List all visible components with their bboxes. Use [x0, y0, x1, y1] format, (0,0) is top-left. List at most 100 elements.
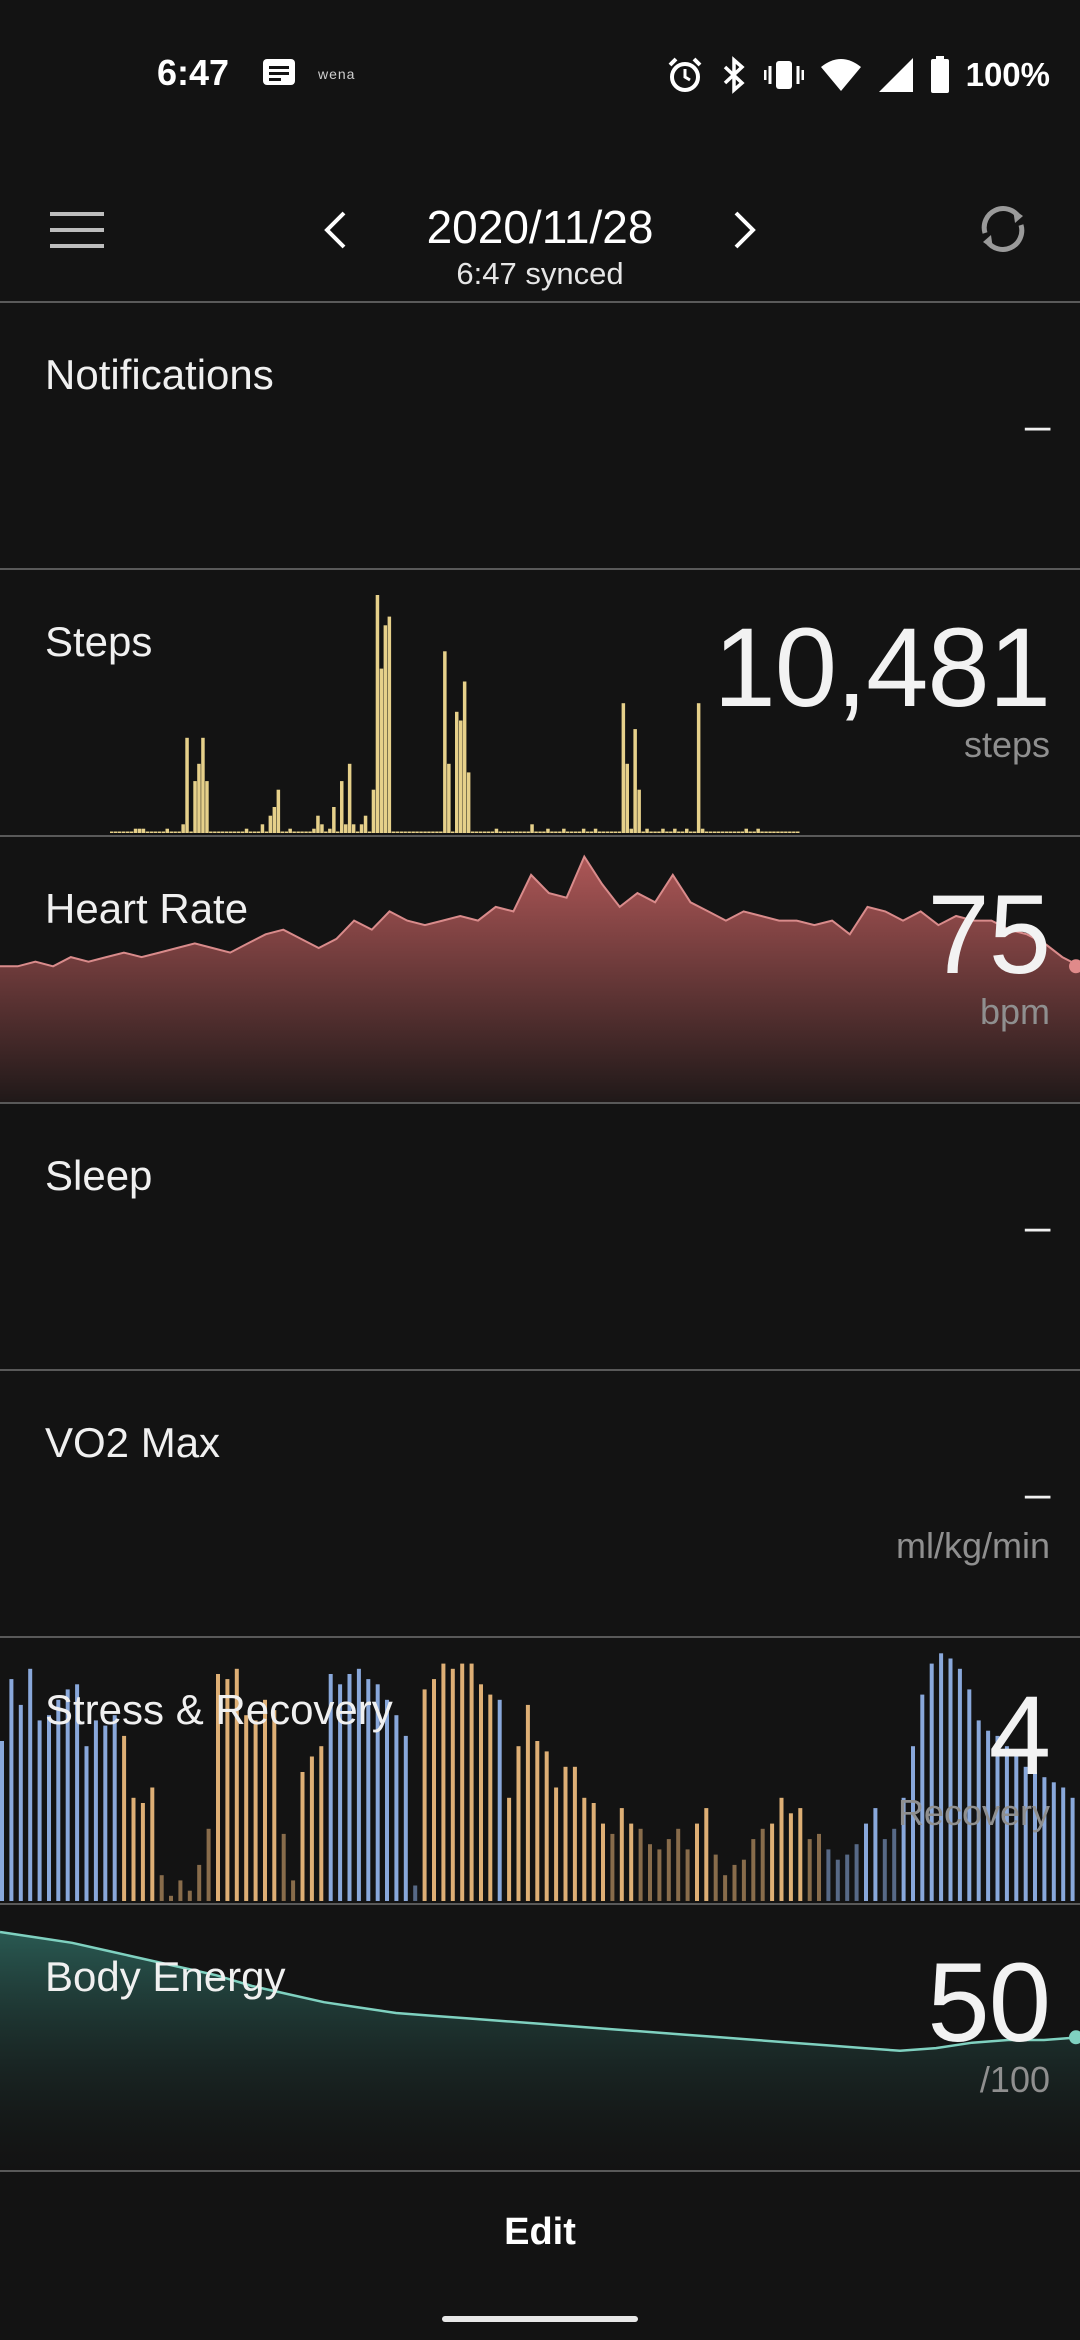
body-energy-card[interactable]: Body Energy 50 /100 [0, 1905, 1080, 2170]
chevron-right-icon [732, 210, 758, 255]
steps-bar [470, 831, 475, 833]
body-energy-unit: /100 [979, 2059, 1050, 2100]
steps-bar [201, 737, 205, 833]
stress-bar [187, 1890, 192, 1901]
stress-bar [817, 1833, 821, 1901]
steps-bar [466, 772, 471, 833]
steps-bar [375, 595, 380, 833]
stress-bar [873, 1808, 878, 1901]
steps-bar [221, 831, 225, 833]
stress-recovery-unit: Recovery [897, 1792, 1050, 1833]
steps-bar [336, 831, 340, 833]
steps-bar [423, 831, 427, 833]
steps-bar [363, 815, 368, 833]
stress-bar [610, 1833, 615, 1901]
stress-bar [131, 1797, 136, 1901]
steps-card[interactable]: Steps 10,481 steps [0, 570, 1080, 835]
steps-bar [110, 831, 114, 833]
steps-bar [264, 831, 269, 833]
steps-bar [633, 729, 637, 833]
steps-bar [320, 824, 324, 833]
steps-bar [597, 831, 602, 833]
steps-bar [340, 781, 344, 833]
steps-bar [605, 831, 610, 833]
steps-bar [252, 831, 257, 833]
steps-bar [542, 831, 546, 833]
steps-bar [776, 831, 780, 833]
steps-bar [665, 831, 669, 833]
steps-bar [570, 831, 574, 833]
stress-bar [854, 1844, 859, 1901]
steps-bar [367, 831, 372, 833]
steps-bar [740, 831, 744, 833]
steps-bar [217, 831, 221, 833]
steps-bar [645, 828, 649, 833]
steps-bar [482, 831, 487, 833]
stress-bar [760, 1828, 765, 1901]
steps-bar [232, 831, 237, 833]
steps-bar [129, 831, 134, 833]
steps-bar [371, 789, 376, 833]
stress-bar [685, 1849, 690, 1901]
steps-bar [114, 831, 118, 833]
sleep-card[interactable]: Sleep _ [0, 1104, 1080, 1369]
heart-rate-value: 75 [927, 872, 1051, 997]
steps-bar [260, 824, 265, 833]
steps-bar [387, 616, 392, 833]
steps-bar [506, 831, 511, 833]
steps-title: Steps [45, 618, 153, 665]
edit-button[interactable]: Edit [464, 2201, 616, 2264]
sleep-title: Sleep [45, 1152, 153, 1199]
steps-bar [486, 831, 491, 833]
steps-bar [581, 828, 586, 833]
gesture-nav-handle[interactable] [442, 2316, 638, 2322]
steps-bar [185, 737, 189, 833]
stress-recovery-card[interactable]: Stress & Recovery 4 Recovery [0, 1638, 1080, 1903]
stress-bar [892, 1828, 897, 1901]
steps-bar [141, 828, 146, 833]
steps-bar [225, 831, 229, 833]
steps-bar [720, 831, 725, 833]
stress-bar [638, 1828, 643, 1901]
notifications-card[interactable]: Notifications _ [0, 303, 1080, 568]
steps-bar [653, 831, 657, 833]
vo2max-unit: ml/kg/min [895, 1525, 1050, 1566]
date-title[interactable]: 2020/11/28 [0, 200, 1080, 254]
steps-bar [617, 831, 622, 833]
stress-bar [591, 1803, 596, 1901]
stress-bar [169, 1895, 173, 1901]
stress-bar [544, 1751, 549, 1901]
vo2max-card[interactable]: VO2 Max _ ml/kg/min [0, 1371, 1080, 1636]
steps-bar [669, 831, 673, 833]
stress-bar [450, 1668, 455, 1901]
stress-bar [582, 1797, 587, 1901]
steps-bar [689, 831, 693, 833]
stress-bar [741, 1859, 746, 1901]
steps-bar [708, 831, 713, 833]
stress-bar [272, 1710, 277, 1901]
steps-bar [518, 831, 522, 833]
steps-bar [574, 831, 578, 833]
steps-bar [443, 651, 447, 833]
body-energy-chart [0, 1930, 1080, 2170]
stress-bar [732, 1864, 737, 1901]
stress-bar [572, 1766, 577, 1901]
steps-bar [395, 831, 399, 833]
body-energy-title: Body Energy [45, 1953, 286, 2000]
steps-bar [613, 831, 618, 833]
steps-bar [272, 807, 277, 833]
steps-bar [284, 831, 288, 833]
steps-bar [455, 711, 459, 833]
steps-bar [244, 828, 249, 833]
stress-bar [37, 1720, 42, 1901]
steps-bar [796, 831, 800, 833]
steps-bar [522, 831, 526, 833]
stress-bar [1070, 1797, 1075, 1901]
steps-bar [629, 828, 633, 833]
steps-bar [681, 831, 685, 833]
notifications-title: Notifications [45, 351, 274, 398]
sync-button[interactable] [970, 198, 1036, 264]
heart-rate-card[interactable]: Heart Rate 75 bpm [0, 837, 1080, 1102]
next-day-button[interactable] [715, 198, 775, 266]
steps-bar [209, 831, 213, 833]
